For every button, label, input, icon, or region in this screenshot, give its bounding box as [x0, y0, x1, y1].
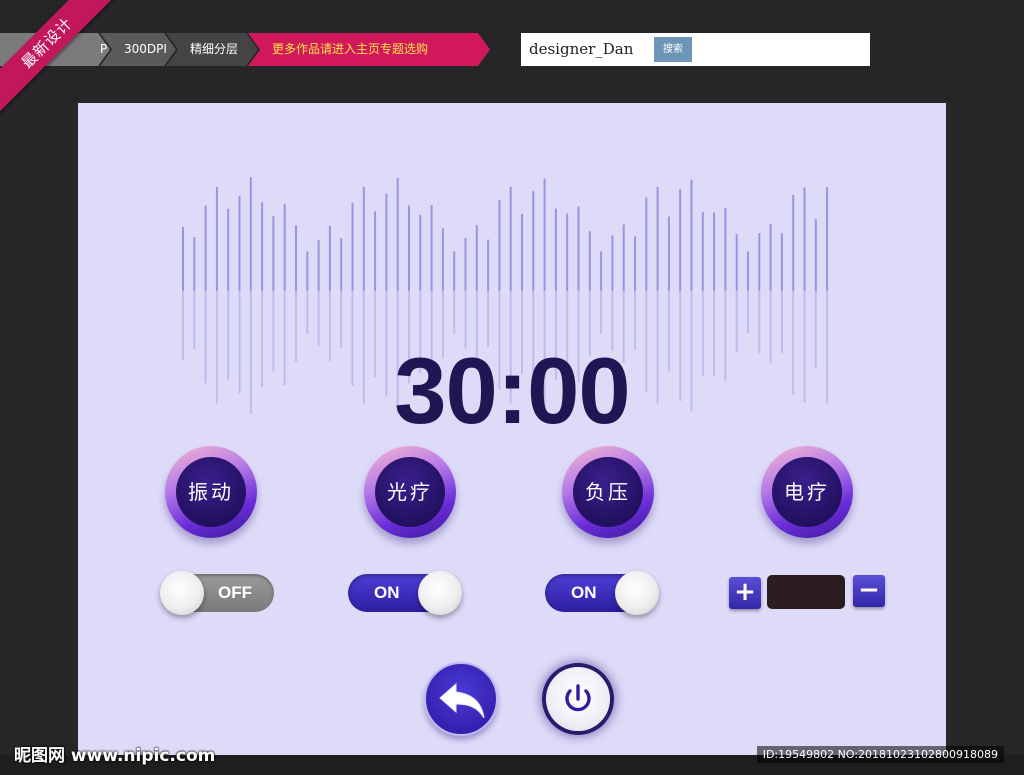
toggle-label: OFF	[218, 583, 252, 602]
toggle-vibration[interactable]: OFF	[160, 571, 274, 615]
mode-button-vibration[interactable]: 振动	[165, 446, 257, 538]
mode-label: 振动	[176, 457, 246, 527]
decrease-button[interactable]: −	[853, 575, 885, 607]
crumb-more-works[interactable]: 更多作品请进入主页专题选购	[248, 33, 490, 66]
power-icon	[565, 684, 591, 712]
search-input[interactable]	[525, 37, 657, 61]
watermark-right: ID:19549802 NO:20181023102800918089	[756, 746, 1004, 763]
toggle-label: ON	[571, 583, 597, 602]
toggle-label: ON	[374, 583, 400, 602]
toggle-light-therapy[interactable]: ON	[348, 571, 462, 615]
intensity-display	[767, 575, 845, 609]
toggle-knob[interactable]	[418, 571, 462, 615]
mode-label: 负压	[573, 457, 643, 527]
mode-label: 光疗	[375, 457, 445, 527]
toggle-negative-pressure[interactable]: ON	[545, 571, 659, 615]
increase-button[interactable]: +	[729, 577, 761, 609]
crumb-layers[interactable]: 精细分层	[166, 33, 258, 66]
search-box: 搜索	[521, 33, 870, 66]
device-panel: 30:00 振动 光疗 负压 电疗 OFF ON ON + −	[78, 103, 946, 755]
undo-arrow-icon	[439, 682, 485, 719]
corner-ribbon-label: 最新设计	[0, 0, 118, 114]
mode-button-light-therapy[interactable]: 光疗	[364, 446, 456, 538]
watermark-left: 昵图网 www.nipic.com	[14, 746, 216, 766]
countdown-timer: 30:00	[394, 338, 630, 443]
mode-button-negative-pressure[interactable]: 负压	[562, 446, 654, 538]
corner-ribbon: 最新设计	[0, 0, 120, 120]
power-button[interactable]	[546, 667, 610, 731]
back-button[interactable]	[424, 662, 498, 736]
mode-button-electrotherapy[interactable]: 电疗	[761, 446, 853, 538]
mode-label: 电疗	[772, 457, 842, 527]
search-button[interactable]: 搜索	[654, 37, 692, 62]
toggle-knob[interactable]	[615, 571, 659, 615]
toggle-knob[interactable]	[160, 571, 204, 615]
